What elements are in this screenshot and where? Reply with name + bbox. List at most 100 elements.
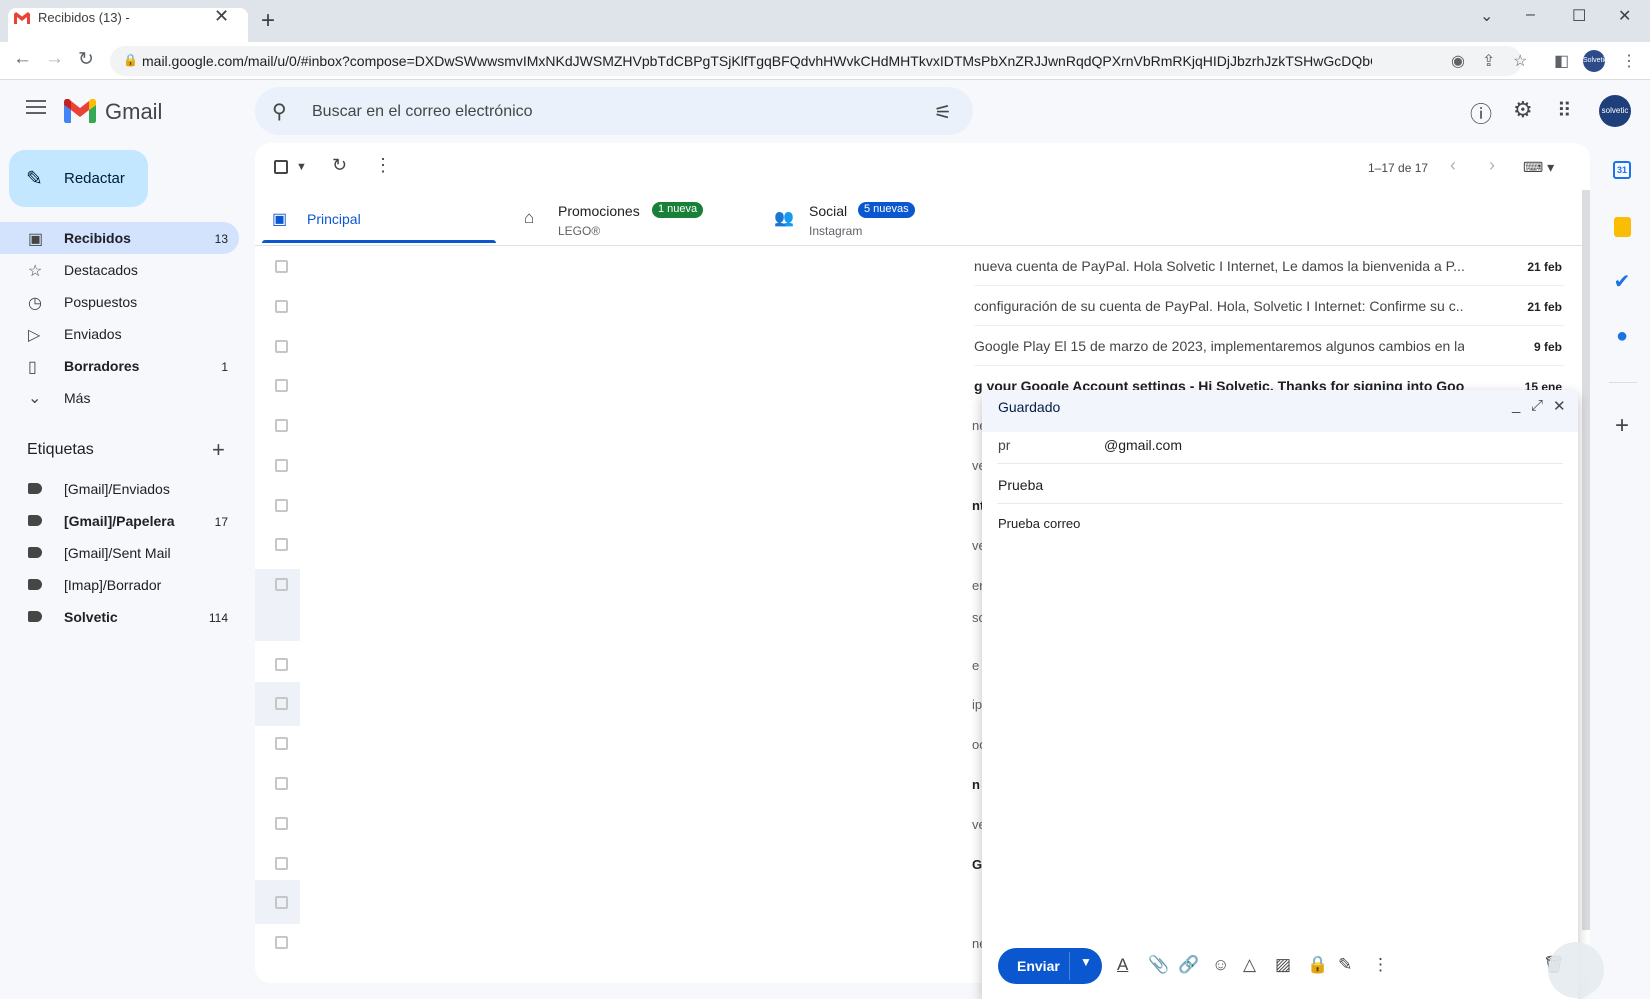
apps-grid-icon[interactable]: ⠿ <box>1557 98 1572 123</box>
gmail-brand[interactable]: Gmail <box>105 99 162 125</box>
row-snippet[interactable]: Google Play El 15 de marzo de 2023, impl… <box>974 338 1464 354</box>
url-text[interactable]: mail.google.com/mail/u/0/#inbox?compose=… <box>142 53 1372 69</box>
maximize-icon[interactable]: ☐ <box>1572 6 1586 26</box>
subject-field[interactable]: Prueba <box>998 477 1043 493</box>
reload-icon[interactable]: ↻ <box>78 48 94 71</box>
add-label-icon[interactable]: + <box>212 437 225 463</box>
fullscreen-compose-icon[interactable]: ⤢ <box>1531 397 1543 414</box>
share-icon[interactable]: ⇪ <box>1482 51 1495 71</box>
input-tools-icon[interactable]: ⌨ ▾ <box>1523 159 1554 176</box>
nav-label-destacados[interactable]: Destacados <box>64 262 138 278</box>
search-icon[interactable]: ⚲ <box>272 99 287 124</box>
label-icon <box>28 547 42 558</box>
tab-social[interactable]: Social <box>809 203 847 219</box>
nav-label-mas[interactable]: Más <box>64 390 90 406</box>
row-checkbox[interactable] <box>275 499 288 512</box>
new-tab-button[interactable]: + <box>261 9 275 33</box>
newer-icon[interactable]: ‹ <box>1450 155 1456 176</box>
send-label[interactable]: Enviar <box>1017 958 1060 974</box>
keep-icon[interactable] <box>1604 209 1640 245</box>
older-icon[interactable]: › <box>1489 155 1495 176</box>
lock-icon[interactable]: 🔒 <box>123 53 138 67</box>
row-checkbox[interactable] <box>275 419 288 432</box>
emoji-icon[interactable]: ☺ <box>1212 955 1229 975</box>
back-icon[interactable]: ← <box>13 48 32 70</box>
calendar-icon[interactable]: 31 <box>1604 152 1640 188</box>
select-all-checkbox[interactable] <box>274 160 288 174</box>
nav-label-borradores[interactable]: Borradores <box>64 358 139 374</box>
label-gmail-sent-mail[interactable]: [Gmail]/Sent Mail <box>64 545 171 561</box>
browser-profile-avatar[interactable]: Solvetic <box>1583 50 1608 72</box>
gmail-logo-icon[interactable] <box>64 99 96 123</box>
row-checkbox[interactable] <box>275 260 288 273</box>
settings-gear-icon[interactable]: ⚙ <box>1513 97 1533 123</box>
row-checkbox[interactable] <box>275 459 288 472</box>
more-options-icon[interactable]: ⋮ <box>374 155 392 176</box>
tab-promociones[interactable]: Promociones <box>558 203 640 219</box>
row-checkbox[interactable] <box>275 737 288 750</box>
row-checkbox[interactable] <box>275 697 288 710</box>
row-checkbox[interactable] <box>275 300 288 313</box>
tab-close-icon[interactable]: ✕ <box>214 6 229 27</box>
compose-header[interactable] <box>982 390 1578 432</box>
minimize-icon[interactable]: – <box>1526 6 1535 24</box>
get-addons-icon[interactable]: + <box>1604 408 1640 444</box>
tab-principal[interactable]: Principal <box>307 211 361 227</box>
browser-menu-icon[interactable]: ⋮ <box>1621 51 1637 71</box>
row-checkbox[interactable] <box>275 857 288 870</box>
row-checkbox[interactable] <box>275 658 288 671</box>
search-options-icon[interactable]: ⚟ <box>934 100 952 125</box>
tab-search-icon[interactable]: ⌄ <box>1480 6 1493 26</box>
message-body[interactable]: Prueba correo <box>998 516 1080 531</box>
label-gmail-enviados[interactable]: [Gmail]/Enviados <box>64 481 170 497</box>
confidential-mode-icon[interactable]: 🔒 <box>1307 955 1328 975</box>
row-checkbox[interactable] <box>275 578 288 591</box>
help-icon[interactable]: ⓘ <box>1470 97 1492 129</box>
label-gmail-papelera[interactable]: [Gmail]/Papelera <box>64 513 175 529</box>
contacts-icon[interactable]: ● <box>1604 318 1640 354</box>
minimize-compose-icon[interactable]: _ <box>1512 397 1520 414</box>
label-icon <box>28 579 42 590</box>
row-checkbox[interactable] <box>275 896 288 909</box>
to-recipient-prefix[interactable]: pr <box>998 437 1010 453</box>
row-checkbox[interactable] <box>275 817 288 830</box>
tasks-icon[interactable]: ✔ <box>1604 264 1640 300</box>
drive-icon[interactable]: △ <box>1243 955 1256 975</box>
close-compose-icon[interactable]: ✕ <box>1553 397 1566 415</box>
photo-icon[interactable]: ▨ <box>1275 955 1291 975</box>
row-checkbox[interactable] <box>275 340 288 353</box>
format-text-icon[interactable]: A <box>1117 955 1128 975</box>
select-dropdown-icon[interactable]: ▼ <box>296 161 307 173</box>
account-avatar[interactable]: solvetic <box>1599 95 1631 127</box>
eye-icon[interactable]: ◉ <box>1451 51 1465 71</box>
row-divider <box>974 365 1564 366</box>
more-compose-options-icon[interactable]: ⋮ <box>1372 955 1389 975</box>
row-snippet[interactable]: configuración de su cuenta de PayPal. Ho… <box>974 298 1464 314</box>
bookmark-star-icon[interactable]: ☆ <box>1513 51 1527 71</box>
signature-icon[interactable]: ✎ <box>1338 955 1352 975</box>
nav-label-pospuestos[interactable]: Pospuestos <box>64 294 137 310</box>
nav-label-recibidos[interactable]: Recibidos <box>64 230 131 246</box>
compose-label[interactable]: Redactar <box>64 170 125 187</box>
row-checkbox[interactable] <box>275 936 288 949</box>
link-icon[interactable]: 🔗 <box>1178 955 1199 975</box>
row-checkbox[interactable] <box>275 777 288 790</box>
nav-label-enviados[interactable]: Enviados <box>64 326 122 342</box>
nav-count-recibidos: 13 <box>214 232 228 246</box>
field-divider <box>997 463 1563 464</box>
refresh-icon[interactable]: ↻ <box>332 155 347 176</box>
side-panel-icon[interactable]: ◧ <box>1554 51 1569 71</box>
mail-list-scrollbar[interactable] <box>1582 190 1590 930</box>
main-menu-icon[interactable] <box>26 100 46 114</box>
close-window-icon[interactable]: ✕ <box>1618 6 1631 26</box>
row-checkbox[interactable] <box>275 379 288 392</box>
search-input[interactable]: Buscar en el correo electrónico <box>312 103 533 121</box>
schedule-send-icon[interactable]: ▼ <box>1080 955 1092 969</box>
attach-icon[interactable]: 📎 <box>1148 955 1169 975</box>
row-checkbox[interactable] <box>275 538 288 551</box>
label-imap-borrador[interactable]: [Imap]/Borrador <box>64 577 161 593</box>
to-recipient-domain[interactable]: @gmail.com <box>1104 437 1182 453</box>
row-snippet[interactable]: nueva cuenta de PayPal. Hola Solvetic I … <box>974 258 1464 274</box>
label-solvetic[interactable]: Solvetic <box>64 609 118 625</box>
forward-icon[interactable]: → <box>45 48 64 70</box>
